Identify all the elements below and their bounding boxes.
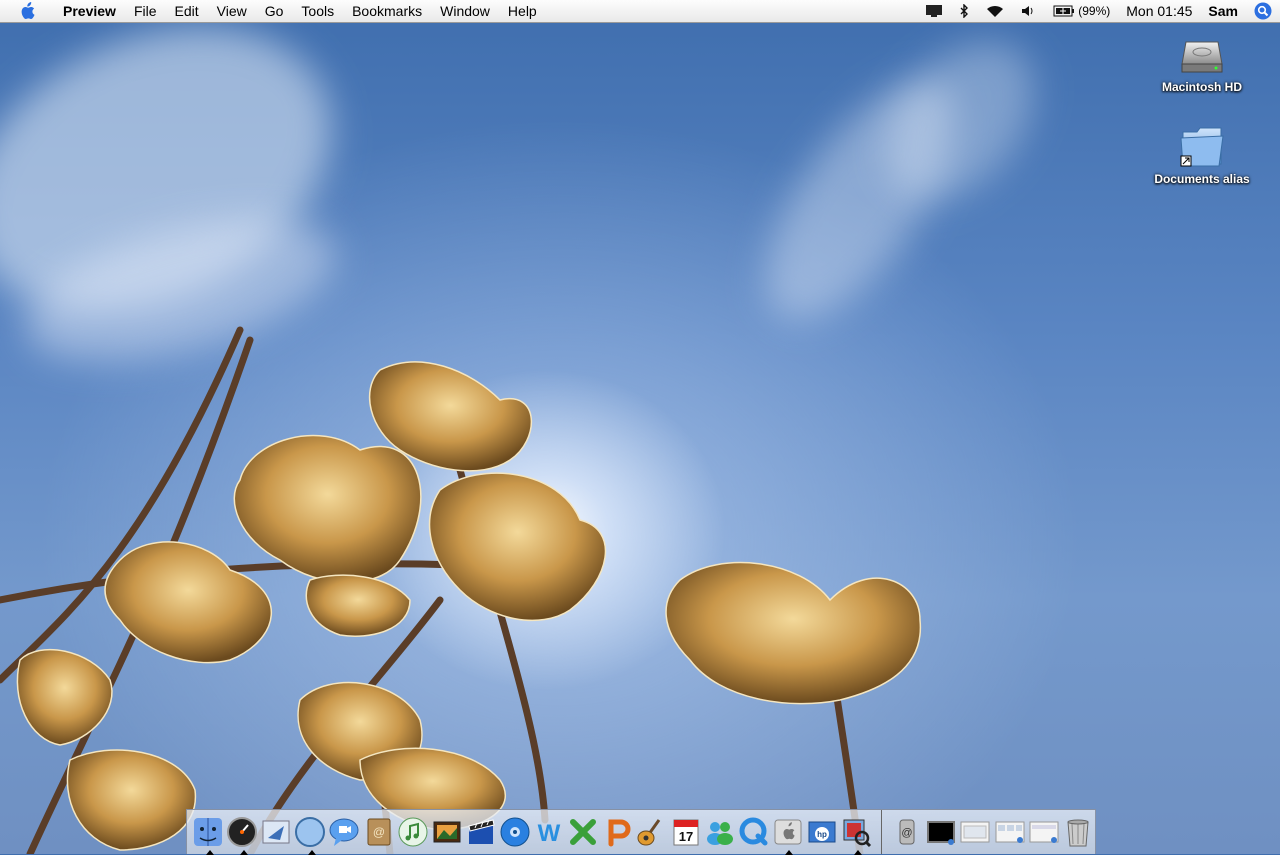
volume-icon[interactable] [1013,4,1045,18]
battery-percent: (99%) [1078,4,1111,18]
menu-clock[interactable]: Mon 01:45 [1118,3,1200,19]
desktop-icon-macintosh-hd[interactable]: Macintosh HD [1132,30,1272,94]
svg-text:hp: hp [817,830,827,839]
wifi-icon[interactable] [977,4,1013,18]
imovie-icon[interactable] [464,815,497,849]
minimized-window-icon[interactable] [959,815,992,849]
safari-icon[interactable] [294,815,327,855]
msn-messenger-icon[interactable] [703,815,736,849]
hard-drive-icon [1181,41,1223,73]
dock-separator [881,810,883,854]
mail-icon[interactable] [260,815,293,849]
system-preferences-icon[interactable] [771,815,804,855]
display-icon[interactable] [917,4,951,18]
iphoto-icon[interactable] [430,815,463,849]
finder-icon[interactable] [192,815,225,855]
preview-icon[interactable] [840,815,873,855]
itunes-icon[interactable] [396,815,429,849]
svg-text:@: @ [373,825,385,839]
garageband-icon[interactable] [635,815,668,849]
trash-icon[interactable] [1061,815,1094,849]
user-menu[interactable]: Sam [1200,3,1246,19]
desktop-icon-documents-alias[interactable]: Documents alias [1132,122,1272,186]
status-menus: (99%) Mon 01:45 Sam [917,0,1280,22]
menu-help[interactable]: Help [499,0,546,22]
minimized-window-icon[interactable] [1027,815,1060,849]
address-book-icon[interactable]: @ [362,815,395,849]
menu-go[interactable]: Go [256,0,293,22]
minimized-window-icon[interactable] [993,815,1026,849]
excel-icon[interactable] [567,815,600,849]
terminal-icon[interactable] [925,815,958,849]
iweb-icon[interactable]: W [533,815,566,849]
desktop-icon-label: Documents alias [1154,172,1250,186]
svg-text:W: W [538,820,561,847]
apple-icon[interactable] [16,2,38,20]
idvd-icon[interactable] [498,815,531,849]
menu-bookmarks[interactable]: Bookmarks [343,0,431,22]
menu-tools[interactable]: Tools [292,0,343,22]
menu-file[interactable]: File [125,0,166,22]
dock: @ W 17 hp @ [186,809,1096,855]
ichat-icon[interactable] [328,815,361,849]
powerpoint-icon[interactable] [601,815,634,849]
quicktime-icon[interactable] [737,815,770,849]
hp-printer-icon[interactable]: hp [805,815,838,849]
dashboard-icon[interactable] [226,815,259,855]
battery-status[interactable]: (99%) [1045,4,1118,18]
ical-date: 17 [678,829,692,844]
ical-icon[interactable]: 17 [669,815,702,849]
spotlight-icon[interactable] [1246,2,1280,20]
desktop-icon-label: Macintosh HD [1161,80,1242,94]
internet-connect-icon[interactable]: @ [891,815,924,849]
menu-window[interactable]: Window [431,0,499,22]
menu-edit[interactable]: Edit [166,0,208,22]
folder-alias-icon [1180,127,1224,167]
menu-bar: Preview File Edit View Go Tools Bookmark… [0,0,1280,23]
bluetooth-icon[interactable] [951,4,977,18]
battery-icon [1053,5,1075,17]
app-menu-preview[interactable]: Preview [54,0,125,22]
menu-view[interactable]: View [208,0,256,22]
svg-text:@: @ [902,827,913,839]
